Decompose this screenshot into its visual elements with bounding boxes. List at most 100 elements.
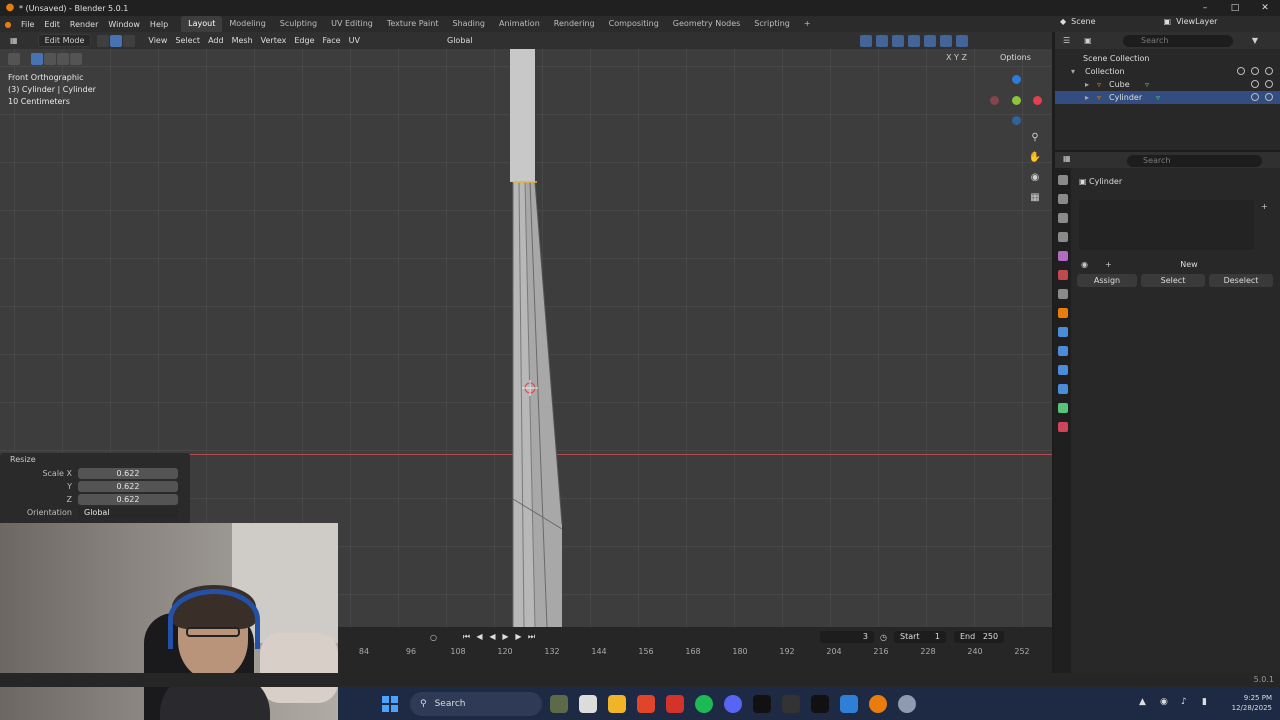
add-workspace-button[interactable]: + [797, 16, 818, 32]
menu-render[interactable]: Render [65, 20, 103, 29]
menu-mesh[interactable]: Mesh [228, 36, 257, 45]
transform-orientation-dropdown[interactable]: Global [447, 36, 473, 45]
blender-menu-icon[interactable]: ● [0, 20, 16, 29]
object-tab-icon[interactable] [1058, 308, 1068, 318]
expand-arrow-icon[interactable]: ▸ [1085, 78, 1089, 91]
pan-hand-icon[interactable]: ✋ [1028, 151, 1042, 165]
keyframe-icon[interactable]: ○ [430, 633, 437, 642]
constraints-tab-icon[interactable] [1058, 384, 1068, 394]
file-explorer-icon[interactable] [608, 694, 626, 713]
menu-edit[interactable]: Edit [39, 20, 65, 29]
material-browse-icon[interactable]: ◉ [1081, 260, 1088, 269]
menu-face[interactable]: Face [319, 36, 345, 45]
axis-lock-buttons[interactable]: X Y Z [946, 53, 967, 62]
taskbar-search[interactable]: ⚲ Search [410, 691, 542, 716]
neg-z-axis-gizmo-icon[interactable] [1012, 116, 1021, 125]
mode-dropdown[interactable]: Edit Mode [37, 34, 92, 47]
properties-editor-icon[interactable]: ▦ [1063, 154, 1071, 163]
volume-icon[interactable]: ♪ [1181, 697, 1191, 707]
close-button[interactable]: ✕ [1250, 0, 1280, 16]
tab-rendering[interactable]: Rendering [547, 16, 602, 32]
clock-app-icon[interactable] [898, 694, 916, 713]
rendered-shading-icon[interactable] [956, 34, 968, 47]
assign-button[interactable]: Assign [1077, 274, 1137, 287]
exclude-checkbox-icon[interactable] [1237, 67, 1245, 75]
brave-browser-icon[interactable] [637, 694, 655, 713]
ortho-grid-icon[interactable]: ▦ [1028, 191, 1042, 205]
particles-tab-icon[interactable] [1058, 346, 1068, 356]
prev-key-icon[interactable]: ◀ [473, 632, 486, 642]
new-material-icon[interactable]: + [1105, 260, 1112, 269]
voicemeeter-icon[interactable] [666, 694, 684, 713]
scene-selector[interactable]: ◆ Scene ▣ ViewLayer [1060, 17, 1217, 26]
widget-icon[interactable] [550, 694, 568, 713]
select-button[interactable]: Select [1141, 274, 1205, 287]
scene-tab-icon[interactable] [1058, 251, 1068, 261]
render-camera-icon[interactable] [1265, 80, 1273, 88]
view-layer-name[interactable]: ViewLayer [1176, 17, 1217, 26]
display-mode-icon[interactable]: ▣ [1084, 36, 1092, 45]
neg-x-axis-gizmo-icon[interactable] [990, 96, 999, 105]
menu-uv[interactable]: UV [345, 36, 364, 45]
modifier-tab-icon[interactable] [1058, 327, 1068, 337]
jump-start-icon[interactable]: ⏮ [460, 632, 473, 642]
outliner-editor-icon[interactable]: ☰ [1063, 36, 1070, 45]
visibility-eye-icon[interactable] [1251, 93, 1259, 101]
visibility-icon[interactable] [860, 34, 872, 47]
data-tab-icon[interactable] [1058, 403, 1068, 413]
vertex-select-icon[interactable] [97, 34, 110, 47]
output-tab-icon[interactable] [1058, 213, 1068, 223]
material-shading-icon[interactable] [940, 34, 952, 47]
epic-games-icon[interactable] [753, 694, 771, 713]
jump-end-icon[interactable]: ⏭ [525, 632, 538, 642]
menu-edge[interactable]: Edge [290, 36, 318, 45]
collection-tab-icon[interactable] [1058, 289, 1068, 299]
davinci-icon[interactable] [782, 694, 800, 713]
filter-icon[interactable]: ▼ [1252, 36, 1258, 45]
menu-vertex[interactable]: Vertex [257, 36, 291, 45]
render-tab-icon[interactable] [1058, 194, 1068, 204]
outliner-item-cylinder[interactable]: ▸ ▿ Cylinder ▿ [1055, 91, 1280, 104]
menu-help[interactable]: Help [145, 20, 173, 29]
gizmo-icon[interactable] [876, 34, 888, 47]
reverse-play-icon[interactable]: ◀ [486, 632, 499, 642]
timeline-ruler[interactable]: 84 96 108 120 132 144 156 168 180 192 204 216 228 240… [338, 645, 1052, 659]
tab-layout[interactable]: Layout [181, 16, 223, 32]
tab-modeling[interactable]: Modeling [222, 16, 272, 32]
deselect-button[interactable]: Deselect [1209, 274, 1273, 287]
camera-view-icon[interactable]: ◉ [1028, 171, 1042, 185]
outliner-item-cube[interactable]: ▸ ▿ Cube ▿ [1055, 78, 1280, 91]
tray-expand-icon[interactable]: ▲ [1139, 697, 1149, 707]
material-tab-icon[interactable] [1058, 422, 1068, 432]
tab-scripting[interactable]: Scripting [747, 16, 797, 32]
menu-window[interactable]: Window [103, 20, 145, 29]
tab-animation[interactable]: Animation [492, 16, 547, 32]
battery-icon[interactable]: ▮ [1202, 697, 1212, 707]
menu-file[interactable]: File [16, 20, 39, 29]
spotify-icon[interactable] [695, 694, 713, 713]
visibility-eye-icon[interactable] [1251, 67, 1259, 75]
tab-shading[interactable]: Shading [445, 16, 492, 32]
scale-z-field[interactable]: 0.622 [78, 494, 178, 505]
scene-collection-row[interactable]: Scene Collection [1055, 52, 1280, 65]
tiktok-icon[interactable] [811, 694, 829, 713]
menu-select[interactable]: Select [171, 36, 204, 45]
overlay-icon[interactable] [892, 34, 904, 47]
render-camera-icon[interactable] [1265, 67, 1273, 75]
z-axis-gizmo-icon[interactable] [1012, 75, 1021, 84]
expand-arrow-icon[interactable]: ▸ [1085, 91, 1089, 104]
scale-x-field[interactable]: 0.622 [78, 468, 178, 479]
network-icon[interactable]: ◉ [1160, 697, 1170, 707]
face-select-icon[interactable] [123, 34, 136, 47]
taskbar-clock[interactable]: 9:25 PM 12/28/2025 [1232, 693, 1272, 713]
edge-select-icon[interactable] [110, 34, 123, 47]
resize-panel-title[interactable]: Resize [0, 453, 190, 467]
menu-add[interactable]: Add [204, 36, 228, 45]
current-frame-field[interactable]: 3 [820, 631, 874, 643]
collapse-arrow-icon[interactable]: ▾ [1071, 65, 1075, 78]
blender-taskbar-icon[interactable] [869, 694, 887, 713]
properties-search-input[interactable]: Search [1127, 155, 1262, 167]
add-slot-icon[interactable]: + [1261, 202, 1268, 211]
tool-tab-icon[interactable] [1058, 175, 1068, 185]
select-box-icon[interactable] [31, 53, 43, 65]
